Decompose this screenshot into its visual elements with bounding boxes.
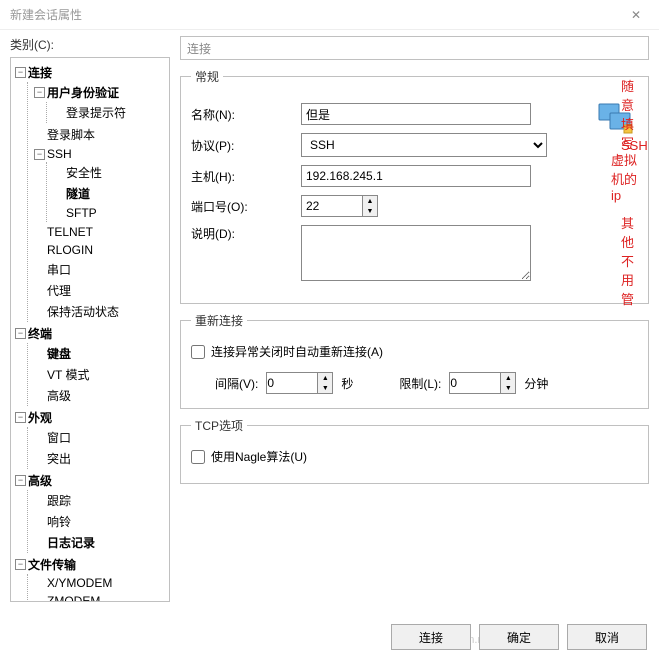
tree-ssh-sftp[interactable]: SFTP	[51, 205, 167, 221]
down-icon[interactable]: ▼	[501, 383, 515, 393]
tree-serial[interactable]: 串口	[32, 260, 167, 279]
tree-ssh[interactable]: −SSH	[32, 146, 167, 162]
collapse-icon[interactable]: −	[34, 149, 45, 160]
general-group: 常规 名称(N): 随意填写 协议(P): SSH SSH 主机(H): 虚拟机…	[180, 68, 649, 304]
cancel-button[interactable]: 取消	[567, 624, 647, 650]
footer: 连接 确定 取消	[391, 624, 647, 650]
protocol-select[interactable]: SSH	[301, 133, 547, 157]
tree-term-adv[interactable]: 高级	[32, 386, 167, 405]
window-title: 新建会话属性	[10, 6, 82, 23]
titlebar: 新建会话属性 ✕	[0, 0, 659, 30]
reconnect-group: 重新连接 连接异常关闭时自动重新连接(A) 间隔(V): ▲▼ 秒 限制(L):…	[180, 312, 649, 409]
tree-trace[interactable]: 跟踪	[32, 491, 167, 510]
tree-bell[interactable]: 响铃	[32, 512, 167, 531]
up-icon[interactable]: ▲	[363, 196, 377, 206]
tree-window[interactable]: 窗口	[32, 428, 167, 447]
tree-login-script[interactable]: 登录脚本	[32, 125, 167, 144]
host-label: 主机(H):	[191, 168, 301, 185]
port-spinner[interactable]: ▲▼	[301, 195, 378, 217]
collapse-icon[interactable]: −	[15, 328, 26, 339]
tree-advanced[interactable]: −高级	[13, 471, 167, 490]
tree-xymodem[interactable]: X/YMODEM	[32, 575, 167, 591]
category-tree[interactable]: −连接 −用户身份验证 登录提示符 登录脚本 −SSH 安全性 隧道 SFTP	[10, 57, 170, 602]
tree-ssh-tunnel[interactable]: 隧道	[51, 184, 167, 203]
collapse-icon[interactable]: −	[15, 412, 26, 423]
tree-vt[interactable]: VT 模式	[32, 365, 167, 384]
tree-ssh-security[interactable]: 安全性	[51, 163, 167, 182]
collapse-icon[interactable]: −	[15, 559, 26, 570]
auto-reconnect-label: 连接异常关闭时自动重新连接(A)	[211, 343, 383, 360]
tree-terminal[interactable]: −终端	[13, 324, 167, 343]
tree-keepalive[interactable]: 保持活动状态	[32, 302, 167, 321]
port-label: 端口号(O):	[191, 198, 301, 215]
interval-label: 间隔(V):	[215, 375, 258, 392]
limit-spinner[interactable]: ▲▼	[449, 372, 516, 394]
category-label: 类别(C):	[10, 36, 170, 53]
down-icon[interactable]: ▼	[363, 206, 377, 216]
port-input[interactable]	[302, 196, 362, 216]
min-label: 分钟	[524, 375, 548, 392]
tree-proxy[interactable]: 代理	[32, 281, 167, 300]
general-legend: 常规	[191, 68, 223, 85]
limit-input[interactable]	[450, 373, 500, 393]
sec-label: 秒	[341, 375, 353, 392]
down-icon[interactable]: ▼	[318, 383, 332, 393]
nagle-label: 使用Nagle算法(U)	[211, 448, 307, 465]
tree-filetransfer[interactable]: −文件传输	[13, 555, 167, 574]
collapse-icon[interactable]: −	[15, 67, 26, 78]
breadcrumb: 连接	[180, 36, 649, 60]
up-icon[interactable]: ▲	[318, 373, 332, 383]
tree-auth[interactable]: −用户身份验证	[32, 83, 167, 102]
reconnect-legend: 重新连接	[191, 312, 247, 329]
tree-zmodem[interactable]: ZMODEM	[32, 593, 167, 602]
tcp-group: TCP选项 使用Nagle算法(U)	[180, 417, 649, 484]
name-label: 名称(N):	[191, 106, 301, 123]
tree-rlogin[interactable]: RLOGIN	[32, 242, 167, 258]
close-button[interactable]: ✕	[613, 0, 659, 30]
protocol-label: 协议(P):	[191, 137, 301, 154]
nagle-checkbox[interactable]	[191, 450, 205, 464]
up-icon[interactable]: ▲	[501, 373, 515, 383]
limit-label: 限制(L):	[399, 375, 441, 392]
interval-spinner[interactable]: ▲▼	[266, 372, 333, 394]
tree-login-prompt[interactable]: 登录提示符	[51, 103, 167, 122]
host-input[interactable]	[301, 165, 531, 187]
desc-label: 说明(D):	[191, 225, 301, 242]
desc-textarea[interactable]	[301, 225, 531, 281]
close-icon: ✕	[631, 8, 641, 22]
tree-highlight[interactable]: 突出	[32, 449, 167, 468]
tree-appearance[interactable]: −外观	[13, 408, 167, 427]
collapse-icon[interactable]: −	[34, 87, 45, 98]
name-input[interactable]	[301, 103, 531, 125]
connect-button[interactable]: 连接	[391, 624, 471, 650]
tree-telnet[interactable]: TELNET	[32, 224, 167, 240]
auto-reconnect-checkbox[interactable]	[191, 345, 205, 359]
ok-button[interactable]: 确定	[479, 624, 559, 650]
tcp-legend: TCP选项	[191, 417, 247, 434]
tree-connection[interactable]: −连接	[13, 63, 167, 82]
tree-logging[interactable]: 日志记录	[32, 533, 167, 552]
tree-keyboard[interactable]: 键盘	[32, 344, 167, 363]
interval-input[interactable]	[267, 373, 317, 393]
collapse-icon[interactable]: −	[15, 475, 26, 486]
